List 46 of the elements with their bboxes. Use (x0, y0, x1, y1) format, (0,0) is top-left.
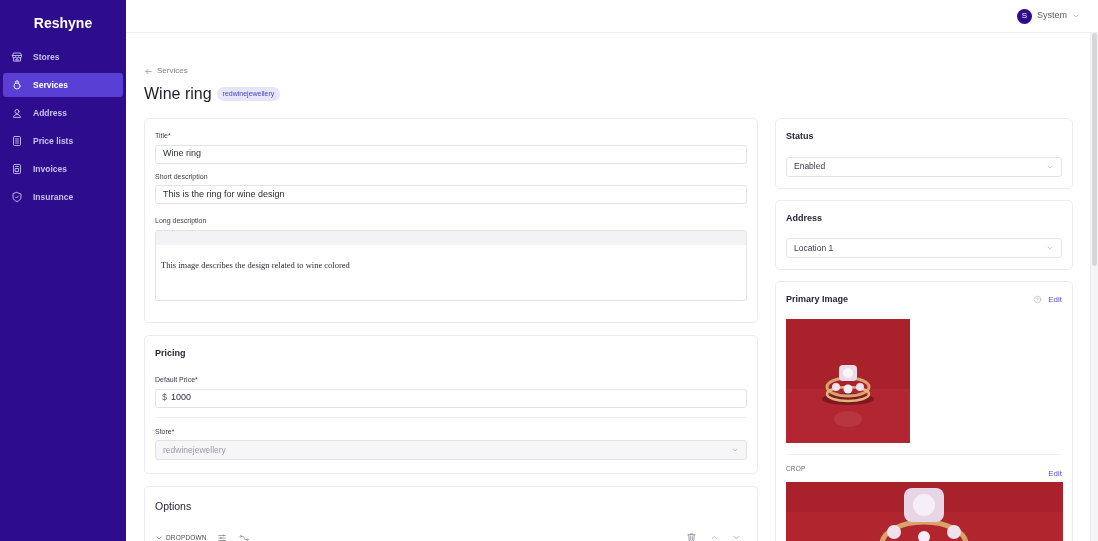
ring-icon (11, 79, 23, 91)
editor-text: This image describes the design related to wine colored (160, 258, 351, 272)
text-editor[interactable]: This image describes the design related to wine colored (155, 229, 747, 301)
arrow-left-icon (144, 66, 153, 76)
section-heading: Options (155, 499, 193, 514)
trash-icon[interactable] (686, 532, 697, 541)
chevron-up-icon[interactable] (710, 533, 719, 541)
input-field[interactable]: This is the ring for wine design (155, 185, 747, 204)
store-icon (11, 51, 23, 63)
help-icon (1033, 295, 1043, 305)
sidebar-item[interactable]: Stores (3, 45, 123, 69)
price-field[interactable]: $ 1000 (155, 388, 747, 408)
page-title: Wine ring (144, 84, 212, 104)
sliders-icon[interactable] (216, 532, 227, 541)
user-name: System (1037, 9, 1067, 23)
section-heading: Primary Image (786, 293, 849, 306)
select-field[interactable]: Location 1 (786, 238, 1062, 258)
shield-icon (11, 191, 23, 203)
list-icon (11, 135, 23, 147)
section-heading: Pricing (155, 346, 187, 360)
chevron-down-icon (1072, 12, 1080, 20)
user-menu[interactable]: S System (1017, 8, 1080, 24)
edit-link[interactable]: Edit (1048, 293, 1062, 306)
select-field: redwinejewellery (155, 440, 747, 460)
section-heading: Status (786, 130, 815, 143)
edit-link[interactable]: Edit (1048, 467, 1062, 480)
back-link[interactable]: Services (144, 65, 188, 77)
select-field[interactable]: Enabled (786, 156, 1062, 177)
app-logo: Reshyne (33, 13, 93, 33)
sidebar-item[interactable]: Services (3, 73, 123, 97)
input-field[interactable]: Wine ring (155, 144, 747, 164)
sidebar-item[interactable]: Address (3, 101, 123, 125)
chevron-down-icon[interactable] (732, 533, 741, 541)
scrollbar[interactable] (1090, 33, 1098, 541)
price-value: 1000 (171, 391, 192, 405)
currency-symbol: $ (162, 391, 167, 405)
sidebar-item[interactable]: Invoices (3, 157, 123, 181)
connector-icon[interactable] (238, 532, 249, 541)
sidebar-item[interactable]: Price lists (3, 129, 123, 153)
section-heading: Address (786, 211, 823, 225)
chevron-down-icon (1046, 244, 1054, 252)
invoice-icon (11, 163, 23, 175)
chevron-down-icon (731, 446, 739, 454)
person-icon (11, 107, 23, 119)
avatar: S (1017, 8, 1032, 24)
sidebar-item[interactable]: Insurance (3, 185, 123, 209)
